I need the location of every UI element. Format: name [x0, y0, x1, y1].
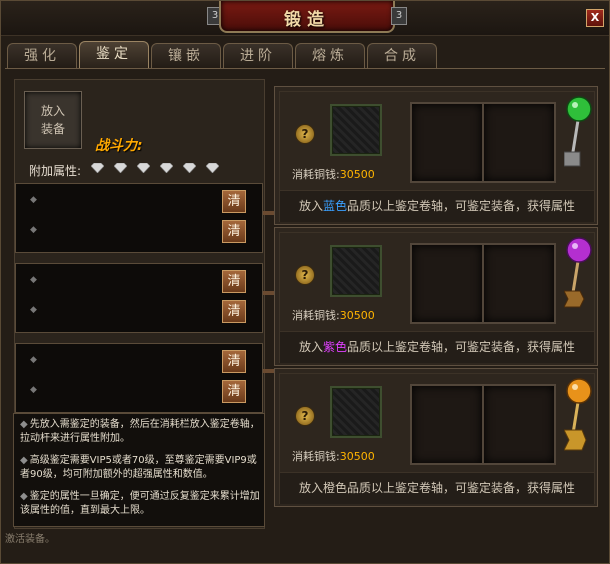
tab-strengthen[interactable]: 强化 — [7, 43, 77, 68]
extra-attribute-label: 附加属性: — [29, 164, 82, 178]
tab-advance[interactable]: 进阶 — [223, 43, 293, 68]
help-paragraph: ◆ 先放入需鉴定的装备，然后在消耗栏放入鉴定卷轴，拉动杆来进行属性附加。 — [20, 419, 260, 444]
question-icon[interactable]: ? — [295, 406, 315, 426]
equipment-slot-label: 放入 装备 — [40, 104, 65, 136]
forge-window: 3 锻造 3 X 强化 鉴定 镶嵌 进阶 熔炼 合成 放入 装备 战斗力: 附加… — [0, 0, 610, 564]
cost-value: 30500 — [339, 309, 375, 322]
clear-button[interactable]: 清 — [222, 270, 246, 293]
desc-suffix: 品质以上鉴定卷轴，可鉴定装备，获得属性 — [347, 199, 576, 213]
desc-quality: 紫色 — [322, 340, 347, 354]
attribute-row: ◆ — [30, 275, 37, 285]
cost-value: 30500 — [339, 450, 375, 463]
tab-bar: 强化 鉴定 镶嵌 进阶 熔炼 合成 — [7, 41, 607, 69]
combat-power-label: 战斗力: — [95, 138, 143, 154]
desc-suffix: 品质以上鉴定卷轴，可鉴定装备，获得属性 — [347, 481, 576, 495]
ornament-right-icon: 3 — [391, 7, 407, 25]
identify-panel-blue: ? 消耗铜钱:30500 放入蓝色品质以上鉴定卷轴，可鉴定装备，获得属性 — [274, 86, 598, 225]
clear-button[interactable]: 清 — [222, 380, 246, 403]
cost-text: 消耗铜钱: — [292, 309, 340, 322]
equipment-slot[interactable]: 放入 装备 — [24, 91, 82, 149]
lever-orb-icon — [566, 237, 592, 263]
attribute-row: ◆ — [30, 385, 37, 395]
scroll-slot[interactable] — [330, 245, 382, 297]
tab-inlay[interactable]: 镶嵌 — [151, 43, 221, 68]
help-text: 高级鉴定需要VIP5或者70级，至尊鉴定需要VIP9或者90级，均可附加额外的超… — [20, 455, 257, 480]
attribute-box-1: ◆ 清 ◆ 清 — [15, 183, 263, 253]
diamond-icon — [91, 163, 104, 173]
cost-text: 消耗铜钱: — [292, 168, 340, 181]
lever-handle[interactable] — [564, 376, 594, 466]
help-text: 鉴定的属性一旦确定，便可通过反复鉴定来累计增加该属性的值，直到最大上限。 — [20, 491, 260, 516]
result-slot[interactable] — [410, 243, 484, 324]
desc-suffix: 品质以上鉴定卷轴，可鉴定装备，获得属性 — [347, 340, 576, 354]
result-slot[interactable] — [482, 102, 556, 183]
tab-compose[interactable]: 合成 — [367, 43, 437, 68]
panel-inner: ? 消耗铜钱:30500 放入橙色品质以上鉴定卷轴，可鉴定装备，获得属性 — [279, 373, 595, 504]
cost-value: 30500 — [339, 168, 375, 181]
clear-button[interactable]: 清 — [222, 350, 246, 373]
panel-inner: ? 消耗铜钱:30500 放入蓝色品质以上鉴定卷轴，可鉴定装备，获得属性 — [279, 91, 595, 222]
close-button[interactable]: X — [586, 9, 604, 27]
desc-prefix: 放入 — [298, 340, 323, 354]
panel-description: 放入紫色品质以上鉴定卷轴，可鉴定装备，获得属性 — [280, 331, 594, 363]
diamond-icon — [137, 163, 150, 173]
desc-prefix: 放入 — [298, 199, 323, 213]
panel-description: 放入蓝色品质以上鉴定卷轴，可鉴定装备，获得属性 — [280, 190, 594, 222]
attribute-row: ◆ — [30, 225, 37, 235]
help-text: 先放入需鉴定的装备，然后在消耗栏放入鉴定卷轴，拉动杆来进行属性附加。 — [20, 419, 260, 444]
clear-button[interactable]: 清 — [222, 300, 246, 323]
help-paragraph: ◆ 高级鉴定需要VIP5或者70级，至尊鉴定需要VIP9或者90级，均可附加额外的… — [20, 455, 257, 480]
bottom-status-text: 激活装备。 — [5, 534, 55, 545]
panel-inner: ? 消耗铜钱:30500 放入紫色品质以上鉴定卷轴，可鉴定装备，获得属性 — [279, 232, 595, 363]
help-paragraph: ◆ 鉴定的属性一旦确定，便可通过反复鉴定来累计增加该属性的值，直到最大上限。 — [20, 491, 260, 516]
lever-orb-icon — [566, 378, 592, 404]
window-title: 锻造 — [284, 10, 330, 30]
identify-panel-purple: ? 消耗铜钱:30500 放入紫色品质以上鉴定卷轴，可鉴定装备，获得属性 — [274, 227, 598, 366]
result-slot[interactable] — [482, 384, 556, 465]
result-slot[interactable] — [410, 384, 484, 465]
question-icon[interactable]: ? — [295, 265, 315, 285]
diamond-icon — [206, 163, 219, 173]
diamond-icon — [183, 163, 196, 173]
attribute-box-2: ◆ 清 ◆ 清 — [15, 263, 263, 333]
tab-divider — [5, 68, 605, 69]
panel-description: 放入橙色品质以上鉴定卷轴，可鉴定装备，获得属性 — [280, 472, 594, 504]
result-slot[interactable] — [482, 243, 556, 324]
diamond-icon — [160, 163, 173, 173]
attribute-row: ◆ — [30, 195, 37, 205]
question-icon[interactable]: ? — [295, 124, 315, 144]
attribute-box-3: ◆ 清 ◆ 清 — [15, 343, 263, 413]
lever-handle[interactable] — [564, 235, 594, 325]
desc-prefix: 放入 — [298, 481, 323, 495]
cost-text: 消耗铜钱: — [292, 450, 340, 463]
attribute-row: ◆ — [30, 355, 37, 365]
lever-handle[interactable] — [564, 94, 594, 184]
identify-panel-orange: ? 消耗铜钱:30500 放入橙色品质以上鉴定卷轴，可鉴定装备，获得属性 — [274, 368, 598, 507]
result-slot[interactable] — [410, 102, 484, 183]
scroll-slot[interactable] — [330, 386, 382, 438]
title-bar: 3 锻造 3 X — [1, 1, 609, 36]
desc-quality: 蓝色 — [322, 199, 347, 213]
tab-identify[interactable]: 鉴定 — [79, 41, 149, 68]
help-tooltip: ◆ 先放入需鉴定的装备，然后在消耗栏放入鉴定卷轴，拉动杆来进行属性附加。 ◆ 高级鉴… — [13, 413, 265, 527]
tab-smelt[interactable]: 熔炼 — [295, 43, 365, 68]
diamond-icon — [114, 163, 127, 173]
clear-button[interactable]: 清 — [222, 220, 246, 243]
clear-button[interactable]: 清 — [222, 190, 246, 213]
lever-orb-icon — [566, 96, 592, 122]
cost-label: 消耗铜钱:30500 — [292, 448, 375, 464]
desc-quality: 橙色 — [322, 481, 347, 495]
title-plaque: 锻造 — [219, 1, 395, 33]
scroll-slot[interactable] — [330, 104, 382, 156]
cost-label: 消耗铜钱:30500 — [292, 166, 375, 182]
attribute-row: ◆ — [30, 305, 37, 315]
equipment-panel: 放入 装备 战斗力: 附加属性: ◆ 清 ◆ 清 ◆ 清 ◆ 清 ◆ 清 ◆ 清… — [13, 79, 265, 529]
cost-label: 消耗铜钱:30500 — [292, 307, 375, 323]
